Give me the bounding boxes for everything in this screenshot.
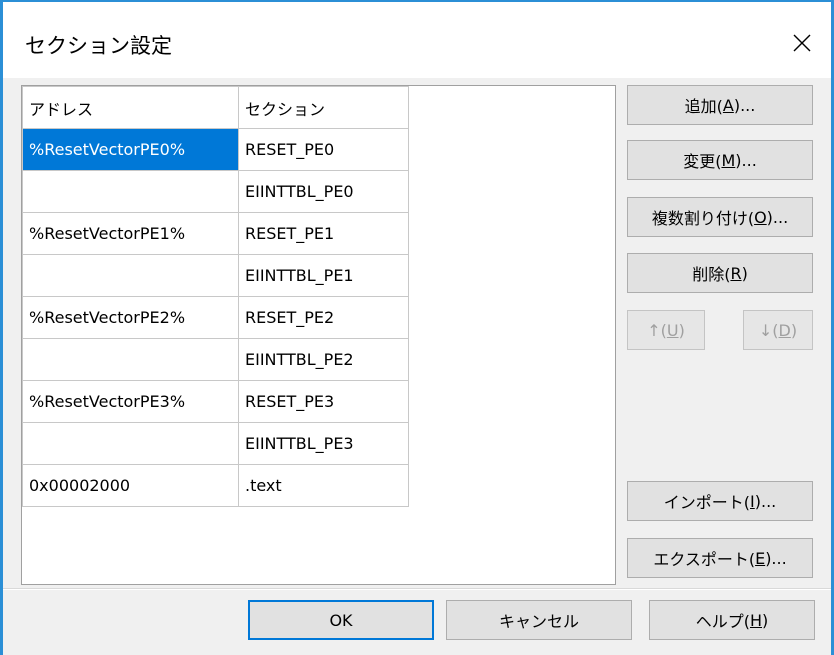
delete-button-accesskey: R [730,263,742,283]
move-up-button-label: ↑( [647,320,667,340]
footer-separator [3,588,831,590]
table-row[interactable]: EIINTTBL_PE1 [22,254,409,297]
table-row[interactable]: EIINTTBL_PE2 [22,338,409,381]
table-row[interactable]: EIINTTBL_PE3 [22,422,409,465]
import-button-label-suffix: )... [754,491,777,511]
section-cell[interactable]: RESET_PE3 [238,380,409,423]
export-button-label: エクスポート( [653,550,756,569]
move-up-button-label-suffix: ) [678,320,685,340]
add-button-accesskey: A [722,95,734,115]
move-down-button-label-suffix: ) [790,320,798,340]
table-row[interactable]: EIINTTBL_PE0 [22,170,409,213]
help-button-accesskey: H [749,610,763,630]
help-button-label: ヘルプ( [695,612,750,631]
export-button-label-suffix: )... [765,548,787,568]
delete-button-label-suffix: ) [741,263,748,283]
add-button[interactable]: 追加(A)... [627,85,813,125]
export-button-accesskey: E [755,548,766,568]
dialog-client-area: アドレス セクション %ResetVectorPE0% RESET_PE0 EIIN… [3,78,831,655]
address-cell[interactable] [22,254,239,297]
section-table: アドレス セクション %ResetVectorPE0% RESET_PE0 EIIN… [22,86,409,507]
address-cell[interactable] [22,170,239,213]
add-button-label: 追加( [684,97,723,116]
dialog-title: セクション設定 [25,34,172,58]
change-button[interactable]: 変更(M)... [627,140,813,180]
import-button-label: インポート( [663,493,751,512]
table-row[interactable]: %ResetVectorPE0% RESET_PE0 [22,128,409,171]
section-cell[interactable]: .text [238,464,409,507]
multi-assign-button[interactable]: 複数割り付け(O)... [627,197,813,237]
delete-button[interactable]: 削除(R) [627,253,813,293]
multi-assign-button-label-suffix: )... [766,207,789,227]
change-button-label: 変更( [683,152,722,171]
table-body: %ResetVectorPE0% RESET_PE0 EIINTTBL_PE0 %Re… [22,128,409,507]
section-cell[interactable]: RESET_PE0 [238,128,409,171]
section-cell[interactable]: EIINTTBL_PE0 [238,170,409,213]
export-button[interactable]: エクスポート(E)... [627,538,813,578]
move-up-button-accesskey: U [666,320,679,340]
cancel-button[interactable]: キャンセル [446,600,632,640]
help-button[interactable]: ヘルプ(H) [649,600,815,640]
column-header-address[interactable]: アドレス [22,86,239,129]
table-row[interactable]: %ResetVectorPE2% RESET_PE2 [22,296,409,339]
table-row[interactable]: %ResetVectorPE3% RESET_PE3 [22,380,409,423]
column-header-section[interactable]: セクション [238,86,409,129]
help-button-label-suffix: ) [762,610,769,630]
add-button-label-suffix: )... [733,95,756,115]
ok-button-label: OK [329,610,353,630]
table-row[interactable]: %ResetVectorPE1% RESET_PE1 [22,212,409,255]
move-down-button-accesskey: D [778,320,791,340]
close-icon [793,34,811,52]
address-cell[interactable]: 0x00002000 [22,464,239,507]
address-cell[interactable]: %ResetVectorPE3% [22,380,239,423]
section-cell[interactable]: EIINTTBL_PE1 [238,254,409,297]
section-cell[interactable]: RESET_PE1 [238,212,409,255]
move-up-button[interactable]: ↑(U) [627,310,705,350]
table-row[interactable]: 0x00002000 .text [22,464,409,507]
cancel-button-label: キャンセル [498,612,579,631]
address-cell[interactable]: %ResetVectorPE2% [22,296,239,339]
section-cell[interactable]: RESET_PE2 [238,296,409,339]
ok-button[interactable]: OK [248,600,434,640]
section-cell[interactable]: EIINTTBL_PE2 [238,338,409,381]
move-down-button-label: ↓( [758,320,779,340]
import-button[interactable]: インポート(I)... [627,481,813,521]
address-cell[interactable] [22,422,239,465]
close-button[interactable] [785,26,819,60]
change-button-accesskey: M [721,150,736,170]
multi-assign-button-label: 複数割り付け( [651,209,755,228]
multi-assign-button-accesskey: O [754,207,767,227]
address-cell[interactable]: %ResetVectorPE0% [22,128,239,171]
delete-button-label: 削除( [692,265,731,284]
change-button-label-suffix: )... [735,150,757,170]
section-cell[interactable]: EIINTTBL_PE3 [238,422,409,465]
section-settings-dialog: セクション設定 アドレス セクション %ResetVectorPE0% RESET… [0,0,834,655]
title-bar[interactable]: セクション設定 [3,2,831,78]
move-down-button[interactable]: ↓(D) [743,310,813,350]
section-grid[interactable]: アドレス セクション %ResetVectorPE0% RESET_PE0 EIIN… [21,85,616,585]
address-cell[interactable]: %ResetVectorPE1% [22,212,239,255]
address-cell[interactable] [22,338,239,381]
table-header-row: アドレス セクション [22,86,409,129]
